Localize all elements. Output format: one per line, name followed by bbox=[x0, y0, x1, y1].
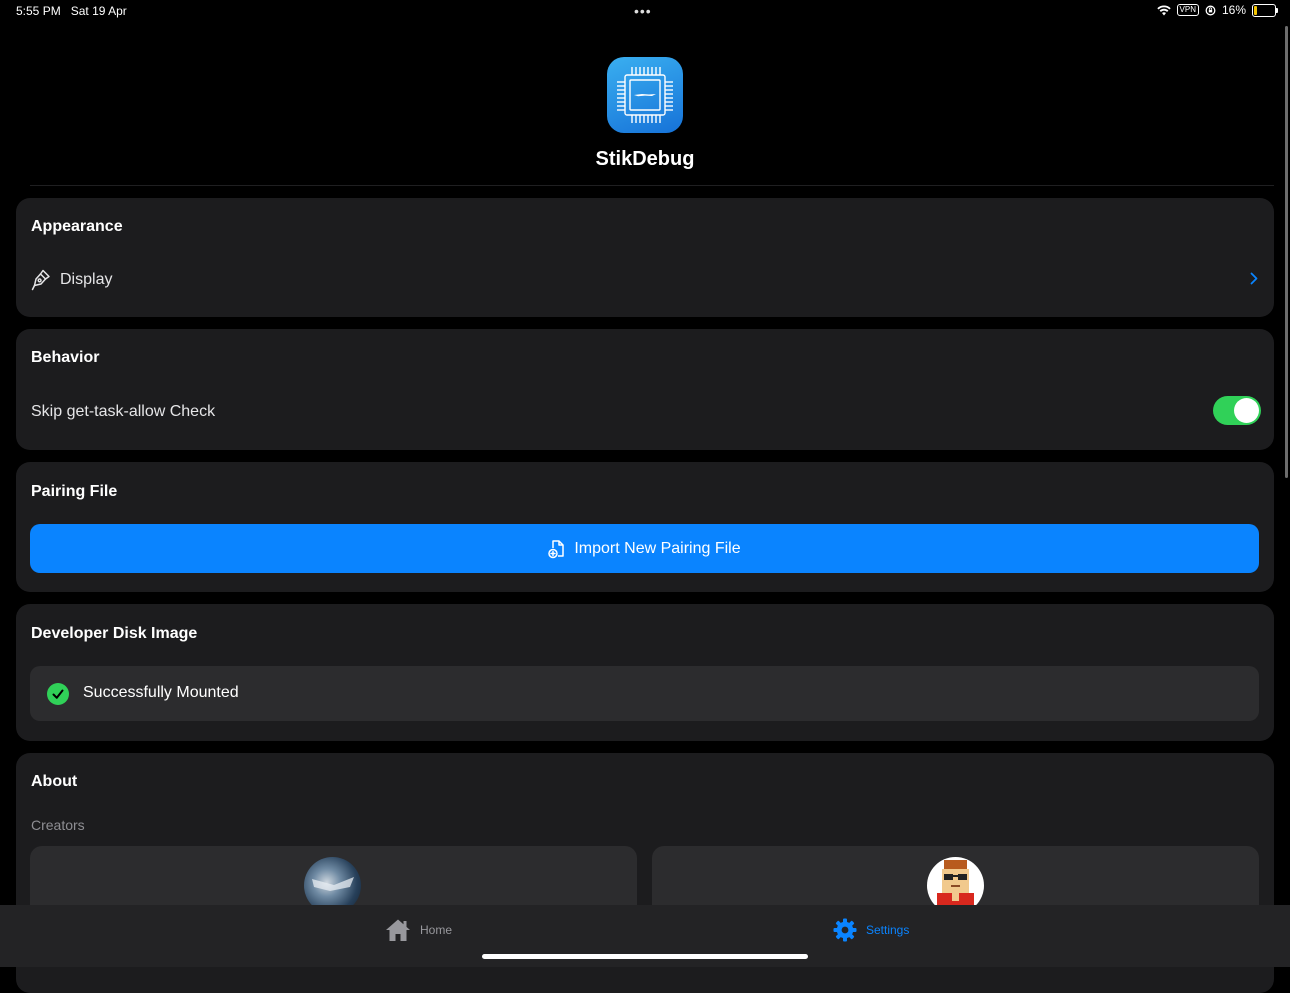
doc-badge-plus-icon bbox=[548, 539, 565, 558]
header-divider bbox=[30, 185, 1274, 186]
tab-settings[interactable]: Settings bbox=[833, 918, 909, 942]
status-date: Sat 19 Apr bbox=[70, 4, 127, 18]
tab-home[interactable]: Home bbox=[385, 918, 452, 942]
multitasking-dots[interactable]: ••• bbox=[634, 3, 652, 19]
behavior-section: Behavior Skip get-task-allow Check bbox=[16, 329, 1274, 450]
app-name: StikDebug bbox=[595, 148, 695, 170]
toggle-knob bbox=[1234, 398, 1259, 423]
app-icon bbox=[607, 57, 683, 133]
display-row[interactable]: Display bbox=[16, 260, 1274, 300]
import-button-label: Import New Pairing File bbox=[574, 539, 741, 557]
battery-icon bbox=[1252, 3, 1278, 17]
pairing-file-section: Pairing File Import New Pairing File bbox=[16, 462, 1274, 592]
checkmark-circle-icon bbox=[47, 683, 69, 705]
vpn-badge: VPN bbox=[1176, 4, 1199, 16]
scrollbar[interactable] bbox=[1285, 26, 1288, 478]
appearance-title: Appearance bbox=[31, 218, 123, 235]
appearance-section: Appearance Display bbox=[16, 198, 1274, 317]
home-indicator[interactable] bbox=[482, 954, 808, 959]
status-bar: 5:55 PM Sat 19 Apr ••• VPN 16% bbox=[0, 0, 1290, 24]
chevron-right-icon bbox=[1250, 272, 1258, 285]
about-title: About bbox=[31, 773, 78, 790]
creators-label: Creators bbox=[31, 817, 85, 833]
status-indicators: VPN 16% bbox=[1156, 3, 1278, 17]
pairing-file-title: Pairing File bbox=[31, 483, 118, 500]
house-icon bbox=[386, 919, 410, 941]
developer-disk-image-section: Developer Disk Image Successfully Mounte… bbox=[16, 604, 1274, 741]
wifi-icon bbox=[1156, 4, 1171, 15]
gear-icon bbox=[833, 918, 857, 942]
mount-status-label: Successfully Mounted bbox=[83, 684, 239, 701]
skip-check-row: Skip get-task-allow Check bbox=[16, 393, 1274, 433]
status-time-date: 5:55 PM Sat 19 Apr bbox=[16, 4, 127, 18]
orientation-lock-icon bbox=[1205, 5, 1216, 15]
charging-bolt-icon bbox=[1260, 4, 1267, 16]
import-pairing-file-button[interactable]: Import New Pairing File bbox=[30, 524, 1259, 573]
display-label: Display bbox=[60, 271, 113, 288]
ddi-title: Developer Disk Image bbox=[31, 625, 198, 642]
battery-percent: 16% bbox=[1221, 3, 1246, 17]
mount-status-row: Successfully Mounted bbox=[30, 666, 1259, 721]
battery-fill bbox=[1254, 5, 1257, 15]
behavior-title: Behavior bbox=[31, 349, 100, 366]
tab-settings-label: Settings bbox=[866, 923, 910, 937]
chip-icon bbox=[617, 67, 673, 123]
paintbrush-pointed-icon bbox=[31, 269, 50, 291]
tab-home-label: Home bbox=[420, 923, 453, 937]
status-time: 5:55 PM bbox=[16, 4, 61, 18]
skip-check-toggle[interactable] bbox=[1213, 396, 1261, 425]
skip-check-label: Skip get-task-allow Check bbox=[31, 403, 216, 420]
